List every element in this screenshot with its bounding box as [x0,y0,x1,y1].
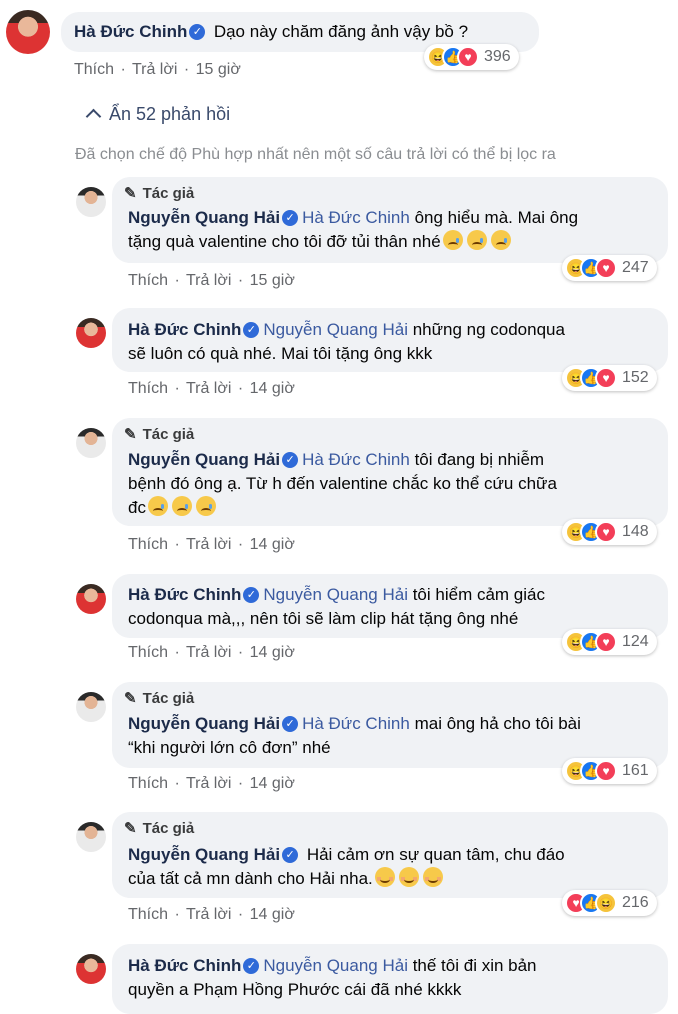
avatar[interactable] [76,318,106,348]
reply-button[interactable]: Trả lời [186,536,231,553]
author-badge: ✎ Tác giả [124,819,195,838]
blush-emoji-icon [422,867,443,887]
reaction-count: 396 [484,48,511,65]
reply-line: Hà Đức Chinh ✓ Nguyễn Quang Hải những ng c… [128,320,565,339]
avatar[interactable] [76,584,106,614]
reply-actions: Thích · Trả lời · 14 giờ [128,380,295,397]
pencil-icon: ✎ [124,185,137,202]
love-icon: ♥ [595,760,617,782]
reply-line: Hà Đức Chinh ✓ Nguyễn Quang Hải thế tôi đi… [128,956,537,975]
pencil-icon: ✎ [124,426,137,443]
avatar[interactable] [76,692,106,722]
reply-line: Nguyễn Quang Hải ✓ Hải cảm ơn sự quan tâm… [128,845,565,864]
reply-line: sẽ luôn có quà nhé. Mai tôi tặng ông kkk [128,344,433,363]
reply-line: “khi người lớn cô đơn” nhé [128,738,331,757]
reply-button[interactable]: Trả lời [186,644,231,661]
reply-button[interactable]: Trả lời [186,906,231,923]
avatar[interactable] [76,822,106,852]
like-button[interactable]: Thích [74,61,114,78]
author-badge: ✎ Tác giả [124,689,195,708]
avatar[interactable] [6,10,50,54]
verified-icon: ✓ [282,452,299,468]
sad-emoji-icon [442,230,463,250]
blush-emoji-icon [398,867,419,887]
like-button[interactable]: Thích [128,380,168,397]
timestamp[interactable]: 14 giờ [250,775,295,792]
comment-line: Hà Đức Chinh ✓ Dạo này chăm đăng ảnh vậy … [74,20,468,44]
reaction-summary[interactable]: 😆 👍 ♥ 396 [424,44,519,70]
reply-button[interactable]: Trả lời [132,61,177,78]
timestamp[interactable]: 14 giờ [250,536,295,553]
reply-line: của tất cả mn dành cho Hải nha. [128,867,445,891]
love-icon: ♥ [595,631,617,653]
reaction-summary[interactable]: ♥ 👍 😆 216 [562,890,657,916]
love-icon: ♥ [595,521,617,543]
love-icon: ♥ [457,46,479,68]
reaction-summary[interactable]: 😆 👍 ♥ 161 [562,758,657,784]
avatar[interactable] [76,187,106,217]
reply-line: bệnh đó ông ạ. Từ h đến valentine chắc k… [128,474,557,493]
reply-line: codonqua mà,,, nên tôi sẽ làm clip hát t… [128,609,519,628]
avatar[interactable] [76,428,106,458]
reply-actions: Thích · Trả lời · 15 giờ [128,272,295,289]
timestamp[interactable]: 14 giờ [250,644,295,661]
pencil-icon: ✎ [124,820,137,837]
hide-replies-button[interactable]: Ẩn 52 phản hồi [85,104,230,125]
reply-line: tặng quà valentine cho tôi đỡ tủi thân n… [128,230,513,254]
verified-icon: ✓ [243,322,260,338]
like-button[interactable]: Thích [128,775,168,792]
sad-emoji-icon [147,496,168,516]
like-button[interactable]: Thích [128,536,168,553]
love-icon: ♥ [595,257,617,279]
reply-line: đc [128,496,218,520]
reply-line: quyền a Phạm Hồng Phước cái đã nhé kkkk [128,980,462,999]
sad-emoji-icon [466,230,487,250]
timestamp[interactable]: 15 giờ [196,61,241,78]
reaction-summary[interactable]: 😆 👍 ♥ 148 [562,519,657,545]
love-icon: ♥ [595,367,617,389]
like-button[interactable]: Thích [128,272,168,289]
sad-emoji-icon [171,496,192,516]
timestamp[interactable]: 15 giờ [250,272,295,289]
reply-actions: Thích · Trả lời · 14 giờ [128,775,295,792]
reply-line: Nguyễn Quang Hải ✓ Hà Đức Chinh ông hiểu m… [128,208,579,227]
reply-actions: Thích · Trả lời · 14 giờ [128,906,295,923]
timestamp[interactable]: 14 giờ [250,906,295,923]
verified-icon: ✓ [282,210,299,226]
comment-text: Dạo này chăm đăng ảnh vậy bồ ? [213,22,469,41]
haha-icon: 😆 [595,892,617,914]
verified-icon: ✓ [243,958,260,974]
like-button[interactable]: Thích [128,906,168,923]
reply-button[interactable]: Trả lời [186,380,231,397]
filter-notice: Đã chọn chế độ Phù hợp nhất nên một số c… [75,146,556,163]
timestamp[interactable]: 14 giờ [250,380,295,397]
reaction-summary[interactable]: 😆 👍 ♥ 124 [562,629,657,655]
chevron-up-icon [85,108,102,125]
reply-actions: Thích · Trả lời · 14 giờ [128,536,295,553]
verified-icon: ✓ [243,587,260,603]
pencil-icon: ✎ [124,690,137,707]
reply-line: Hà Đức Chinh ✓ Nguyễn Quang Hải tôi hiểm c… [128,585,545,604]
reply-line: Nguyễn Quang Hải ✓ Hà Đức Chinh mai ông hả… [128,714,581,733]
reaction-summary[interactable]: 😆 👍 ♥ 247 [562,255,657,281]
author-badge: ✎ Tác giả [124,425,195,444]
avatar[interactable] [76,954,106,984]
reply-line: Nguyễn Quang Hải ✓ Hà Đức Chinh tôi đang b… [128,450,545,469]
reply-button[interactable]: Trả lời [186,775,231,792]
comment-author[interactable]: Hà Đức Chinh [74,22,187,41]
comment-actions: Thích · Trả lời · 15 giờ [74,61,241,78]
like-button[interactable]: Thích [128,644,168,661]
blush-emoji-icon [374,867,395,887]
verified-icon: ✓ [282,716,299,732]
reaction-summary[interactable]: 😆 👍 ♥ 152 [562,365,657,391]
sad-emoji-icon [490,230,511,250]
sad-emoji-icon [195,496,216,516]
verified-icon: ✓ [282,847,299,863]
author-badge: ✎ Tác giả [124,184,195,203]
reply-button[interactable]: Trả lời [186,272,231,289]
reply-actions: Thích · Trả lời · 14 giờ [128,644,295,661]
verified-icon: ✓ [189,24,206,40]
